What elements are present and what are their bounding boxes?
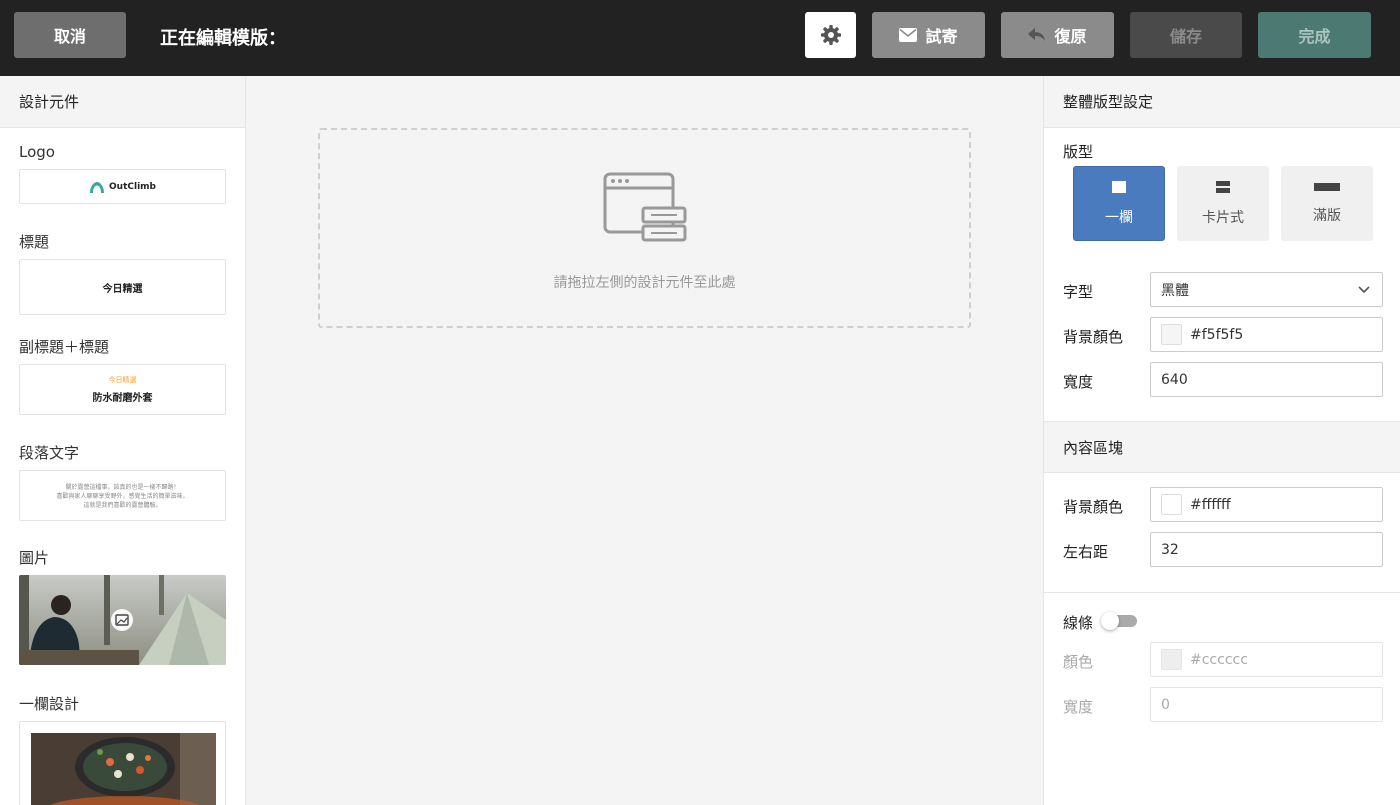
outclimb-logo-icon — [90, 181, 105, 193]
line-toggle[interactable] — [1101, 612, 1139, 630]
content-block-title: 內容區塊 — [1044, 421, 1400, 473]
save-button[interactable]: 儲存 — [1130, 12, 1242, 58]
reply-arrow-icon — [1028, 28, 1046, 41]
component-label-logo: Logo — [19, 143, 55, 161]
template-dropzone[interactable]: 請拖拉左側的設計元件至此處 — [318, 128, 971, 328]
layout-option-label: 滿版 — [1313, 207, 1341, 224]
undo-label: 復原 — [1054, 27, 1087, 46]
layout-option-single-column[interactable]: 一欄 — [1073, 166, 1165, 241]
font-label: 字型 — [1063, 283, 1094, 301]
bg-color-value: #f5f5f5 — [1190, 326, 1244, 343]
gear-icon — [820, 25, 841, 45]
content-bg-color-field[interactable]: #ffffff — [1150, 487, 1383, 522]
component-label-title: 標題 — [19, 233, 50, 251]
font-select-value: 黑體 — [1161, 282, 1189, 299]
line-color-label: 顏色 — [1063, 653, 1094, 671]
layout-option-full-width[interactable]: 滿版 — [1281, 166, 1373, 241]
subtitle-title-preview-text: 防水耐磨外套 — [92, 393, 153, 404]
subtitle-preview-text: 今日精選 — [108, 376, 137, 384]
line-width-label: 寬度 — [1063, 698, 1094, 716]
envelope-icon — [899, 28, 918, 42]
card-layout-icon — [1216, 180, 1230, 193]
layout-label: 版型 — [1063, 143, 1094, 161]
padding-label: 左右距 — [1063, 543, 1109, 561]
line-color-field[interactable]: #cccccc — [1150, 642, 1383, 677]
content-bg-color-value: #ffffff — [1190, 496, 1231, 513]
logo-preview-text: OutClimb — [109, 181, 156, 192]
content-bg-color-label: 背景顏色 — [1063, 498, 1124, 516]
editing-title: 正在編輯模版： — [160, 28, 286, 49]
layout-option-card[interactable]: 卡片式 — [1177, 166, 1269, 241]
line-width-input[interactable]: 0 — [1150, 687, 1383, 722]
component-label-image: 圖片 — [19, 549, 50, 567]
component-one-column[interactable] — [19, 721, 226, 805]
line-width-value: 0 — [1161, 696, 1170, 713]
component-label-paragraph: 段落文字 — [19, 444, 80, 462]
cancel-button[interactable]: 取消 — [14, 12, 126, 58]
chevron-down-icon — [1358, 285, 1370, 293]
global-layout-title: 整體版型設定 — [1044, 76, 1400, 128]
section-divider — [1044, 592, 1400, 593]
component-subtitle-title[interactable]: 今日精選 防水耐磨外套 — [19, 364, 226, 415]
camping-photo — [19, 575, 226, 665]
top-toolbar: 取消 正在編輯模版： 試寄 復原 儲存 完成 — [0, 0, 1400, 76]
paragraph-preview-line: 這就是我們喜歡的露營體驗。 — [83, 502, 162, 509]
paragraph-preview-line: 喜歡與家人聊聊享受野外，感覺生活的簡單滋味， — [56, 493, 189, 500]
dropzone-placeholder-text: 請拖拉左側的設計元件至此處 — [553, 275, 736, 291]
single-column-icon — [1112, 180, 1126, 193]
color-swatch[interactable] — [1161, 324, 1182, 345]
components-panel: 設計元件 Logo OutClimb 標題 今日精選 副標題＋標題 今日精選 防… — [0, 76, 246, 805]
component-image[interactable] — [19, 575, 226, 665]
color-swatch[interactable] — [1161, 649, 1182, 670]
done-button[interactable]: 完成 — [1258, 12, 1371, 58]
font-select[interactable]: 黑體 — [1150, 272, 1383, 307]
line-color-value: #cccccc — [1190, 651, 1248, 668]
bg-color-label: 背景顏色 — [1063, 328, 1124, 346]
test-send-button[interactable]: 試寄 — [872, 12, 985, 58]
component-logo[interactable]: OutClimb — [19, 169, 226, 204]
test-send-label: 試寄 — [925, 27, 958, 46]
padding-value: 32 — [1161, 541, 1179, 558]
width-input[interactable]: 640 — [1150, 362, 1383, 397]
toggle-knob — [1101, 612, 1119, 630]
paragraph-preview-line: 關於露營這檔事，該真的也是一樣不歸路！ — [65, 484, 180, 491]
padding-input[interactable]: 32 — [1150, 532, 1383, 567]
component-paragraph[interactable]: 關於露營這檔事，該真的也是一樣不歸路！ 喜歡與家人聊聊享受野外，感覺生活的簡單滋… — [19, 470, 226, 521]
bg-color-field[interactable]: #f5f5f5 — [1150, 317, 1383, 352]
color-swatch[interactable] — [1161, 494, 1182, 515]
width-label: 寬度 — [1063, 373, 1094, 391]
cooking-photo — [31, 733, 216, 805]
component-label-one-column: 一欄設計 — [19, 695, 80, 713]
undo-button[interactable]: 復原 — [1001, 12, 1114, 58]
layout-placeholder-icon — [603, 172, 687, 242]
width-value: 640 — [1161, 371, 1188, 388]
full-width-icon — [1314, 182, 1340, 191]
title-preview-text: 今日精選 — [102, 283, 143, 295]
layout-option-label: 一欄 — [1105, 209, 1133, 226]
line-label: 線條 — [1063, 614, 1094, 632]
layout-option-label: 卡片式 — [1202, 209, 1244, 226]
settings-panel: 整體版型設定 版型 一欄 卡片式 滿版 字型 黑體 背景顏色 #f5f5f5 寬… — [1043, 76, 1400, 805]
components-panel-title: 設計元件 — [0, 76, 245, 128]
component-label-subtitle-title: 副標題＋標題 — [19, 338, 110, 356]
settings-button[interactable] — [805, 12, 856, 58]
component-title[interactable]: 今日精選 — [19, 259, 226, 315]
